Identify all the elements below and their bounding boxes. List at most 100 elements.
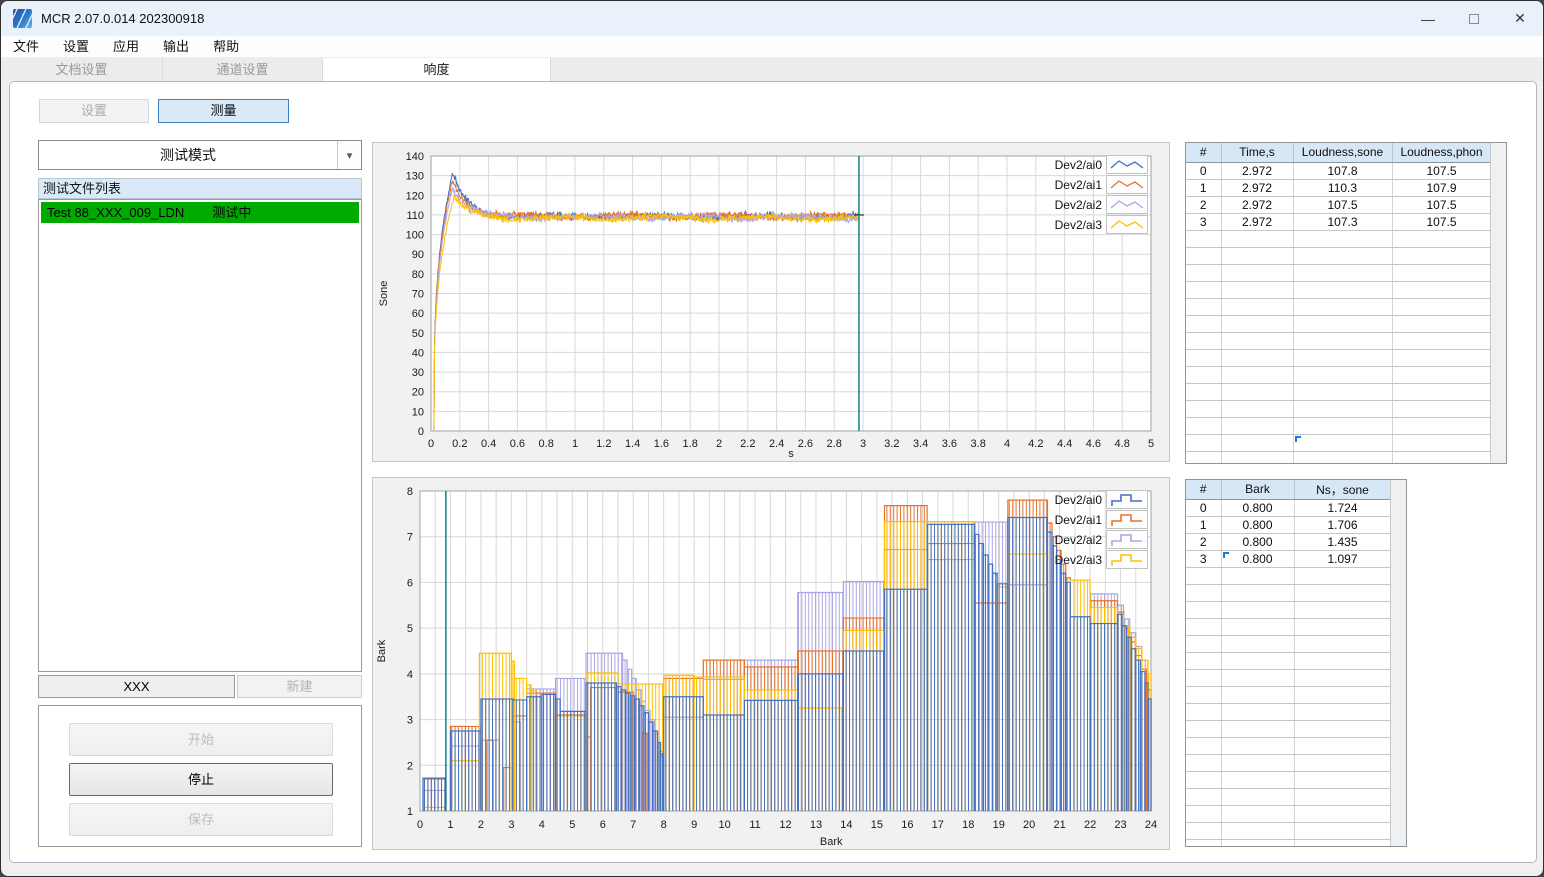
loudness-table-cell[interactable] bbox=[1392, 349, 1492, 367]
bark-table-cell[interactable] bbox=[1221, 618, 1295, 636]
bark-table-cell[interactable] bbox=[1294, 839, 1392, 846]
bark-table-cell[interactable] bbox=[1294, 788, 1392, 806]
bark-table-cell[interactable] bbox=[1221, 839, 1295, 846]
legend-item[interactable]: Dev2/ai3 bbox=[1055, 215, 1148, 234]
subtab-measure[interactable]: 测量 bbox=[158, 99, 289, 123]
bark-table-cell[interactable] bbox=[1294, 822, 1392, 840]
loudness-table-cell[interactable] bbox=[1293, 315, 1393, 333]
bark-table-cell[interactable] bbox=[1186, 635, 1222, 653]
table-row[interactable]: 1 2.972 110.3 107.9 bbox=[1186, 179, 1492, 197]
table-row[interactable] bbox=[1186, 703, 1392, 721]
close-button[interactable]: ✕ bbox=[1497, 1, 1543, 36]
table-row[interactable] bbox=[1186, 281, 1492, 299]
bark-table-cell[interactable] bbox=[1221, 805, 1295, 823]
loudness-table-cell[interactable]: 2.972 bbox=[1221, 162, 1294, 180]
table-row[interactable] bbox=[1186, 247, 1492, 265]
tab-1[interactable]: 通道设置 bbox=[163, 58, 323, 81]
loudness-table-cell[interactable] bbox=[1293, 383, 1393, 401]
loudness-table-cell[interactable] bbox=[1221, 451, 1294, 463]
loudness-table-cell[interactable] bbox=[1293, 230, 1393, 248]
bark-table-cell[interactable] bbox=[1221, 669, 1295, 687]
table-row[interactable] bbox=[1186, 383, 1492, 401]
loudness-table-cell[interactable] bbox=[1293, 417, 1393, 435]
bark-table-cell[interactable]: 0.800 bbox=[1221, 533, 1295, 551]
loudness-result-table[interactable]: # Time,s Loudness,sone Loudness,phon 0 2.972 1… bbox=[1185, 142, 1507, 464]
save-button[interactable]: 保存 bbox=[69, 803, 333, 836]
loudness-table-cell[interactable]: 107.5 bbox=[1392, 213, 1492, 231]
loudness-table-cell[interactable] bbox=[1186, 298, 1222, 316]
bark-table-cell[interactable] bbox=[1221, 720, 1295, 738]
table-row[interactable] bbox=[1186, 400, 1492, 418]
loudness-table-cell[interactable] bbox=[1293, 434, 1393, 452]
bark-table-cell[interactable] bbox=[1294, 567, 1392, 585]
bark-table-cell[interactable] bbox=[1294, 601, 1392, 619]
loudness-table-cell[interactable] bbox=[1293, 332, 1393, 350]
legend-item[interactable]: Dev2/ai0 bbox=[1055, 490, 1148, 509]
bark-table-cell[interactable] bbox=[1221, 584, 1295, 602]
table-row[interactable] bbox=[1186, 230, 1492, 248]
table-row[interactable] bbox=[1186, 332, 1492, 350]
loudness-table-cell[interactable] bbox=[1186, 264, 1222, 282]
table-row[interactable] bbox=[1186, 822, 1392, 840]
loudness-table-cell[interactable] bbox=[1392, 332, 1492, 350]
loudness-table-cell[interactable] bbox=[1392, 298, 1492, 316]
bark-table-cell[interactable]: 1.435 bbox=[1294, 533, 1392, 551]
loudness-table-cell[interactable] bbox=[1186, 400, 1222, 418]
bark-table-cell[interactable] bbox=[1186, 720, 1222, 738]
loudness-table-cell[interactable] bbox=[1392, 247, 1492, 265]
legend-item[interactable]: Dev2/ai3 bbox=[1055, 550, 1148, 569]
bark-table-cell[interactable] bbox=[1186, 686, 1222, 704]
bark-table-cell[interactable] bbox=[1294, 737, 1392, 755]
loudness-table-cell[interactable] bbox=[1221, 315, 1294, 333]
minimize-button[interactable]: — bbox=[1405, 1, 1451, 36]
stop-button[interactable]: 停止 bbox=[69, 763, 333, 796]
table-row[interactable] bbox=[1186, 264, 1492, 282]
bark-table-cell[interactable] bbox=[1294, 584, 1392, 602]
bark-table-cell[interactable] bbox=[1221, 788, 1295, 806]
bark-table-cell[interactable]: 0.800 bbox=[1221, 499, 1295, 517]
loudness-table-cell[interactable] bbox=[1392, 264, 1492, 282]
table-row[interactable] bbox=[1186, 315, 1492, 333]
legend-item[interactable]: Dev2/ai2 bbox=[1055, 195, 1148, 214]
bark-table-scrollbar[interactable] bbox=[1390, 480, 1406, 846]
loudness-time-chart[interactable]: 0 0.2 0.4 0.6 0.8 1 1.2 1.4 1.6 1.8 2 2.2 2.4 2.6 2.8 3… bbox=[372, 142, 1170, 462]
bark-table-cell[interactable] bbox=[1221, 652, 1295, 670]
xxx-button[interactable]: XXX bbox=[38, 675, 235, 698]
loudness-table-cell[interactable] bbox=[1186, 366, 1222, 384]
loudness-table-cell[interactable]: 1 bbox=[1186, 179, 1222, 197]
menu-item-4[interactable]: 帮助 bbox=[201, 36, 251, 58]
loudness-table-cell[interactable] bbox=[1392, 434, 1492, 452]
bark-result-table[interactable]: # Bark Ns，sone 0 0.800 1.724 1 0.800 1.706 2 0.800… bbox=[1185, 479, 1407, 847]
loudness-table-cell[interactable] bbox=[1392, 281, 1492, 299]
table-row[interactable] bbox=[1186, 754, 1392, 772]
table-row[interactable] bbox=[1186, 839, 1392, 846]
loudness-table-cell[interactable]: 107.5 bbox=[1293, 196, 1393, 214]
loudness-table-cell[interactable] bbox=[1293, 247, 1393, 265]
loudness-table-cell[interactable]: 2 bbox=[1186, 196, 1222, 214]
loudness-table-cell[interactable] bbox=[1221, 417, 1294, 435]
bark-table-cell[interactable] bbox=[1221, 822, 1295, 840]
bark-table-cell[interactable] bbox=[1294, 720, 1392, 738]
loudness-table-cell[interactable]: 2.972 bbox=[1221, 213, 1294, 231]
table-row[interactable] bbox=[1186, 567, 1392, 585]
loudness-table-cell[interactable] bbox=[1221, 264, 1294, 282]
loudness-table-cell[interactable] bbox=[1293, 400, 1393, 418]
table-row[interactable] bbox=[1186, 720, 1392, 738]
bark-table-cell[interactable]: 0 bbox=[1186, 499, 1222, 517]
legend-item[interactable]: Dev2/ai0 bbox=[1055, 155, 1148, 174]
loudness-table-cell[interactable] bbox=[1293, 349, 1393, 367]
table-row[interactable] bbox=[1186, 618, 1392, 636]
bark-table-cell[interactable] bbox=[1294, 754, 1392, 772]
table-row[interactable] bbox=[1186, 635, 1392, 653]
table-row[interactable] bbox=[1186, 349, 1492, 367]
bark-table-cell[interactable] bbox=[1294, 652, 1392, 670]
bark-table-cell[interactable] bbox=[1221, 754, 1295, 772]
loudness-table-cell[interactable] bbox=[1221, 332, 1294, 350]
loudness-table-cell[interactable] bbox=[1186, 281, 1222, 299]
bark-table-cell[interactable] bbox=[1186, 788, 1222, 806]
loudness-table-cell[interactable] bbox=[1293, 264, 1393, 282]
bark-table-cell[interactable] bbox=[1186, 601, 1222, 619]
table-row[interactable] bbox=[1186, 771, 1392, 789]
tab-2[interactable]: 响度 bbox=[323, 58, 551, 81]
loudness-table-cell[interactable] bbox=[1392, 315, 1492, 333]
